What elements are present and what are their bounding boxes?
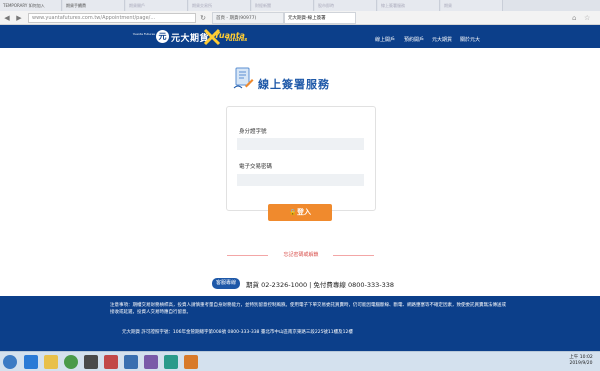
app-icon[interactable] — [84, 355, 98, 369]
app-icon[interactable] — [124, 355, 138, 369]
footer-license: 元大期貨 許可證照字號：106年金管期總字第008號 0800-333-338 … — [122, 330, 353, 335]
document-sign-icon — [233, 67, 254, 89]
start-button-icon[interactable] — [3, 355, 17, 369]
clock[interactable]: 上午 10:02 2019/9/20 — [565, 355, 597, 367]
home-icon[interactable]: ⌂ — [572, 13, 582, 23]
browser-tab[interactable]: 期貨手續費 — [63, 0, 125, 11]
service-phone: 期貨 02-2326-1000 | 免付費專線 0800-333-338 — [246, 281, 395, 289]
browser-tab[interactable]: 期貨 — [441, 0, 503, 11]
url-domain: www.yuantafutures.com.tw — [32, 14, 101, 21]
nav-yuanta-futures[interactable]: 元大期貨 — [432, 36, 452, 43]
id-number-input[interactable] — [237, 138, 364, 150]
site-footer: 注意事項：期權交易財務槓桿高，投資人請慎重考量自身財務能力，並特別留意控制風險。… — [0, 296, 600, 351]
footer-notice: 注意事項：期權交易財務槓桿高，投資人請慎重考量自身財務能力，並特別留意控制風險。… — [110, 303, 506, 315]
page-tab[interactable]: 首頁 - 期貨(90977) — [212, 11, 284, 24]
divider — [227, 255, 268, 256]
page-title: 線上簽署服務 — [258, 78, 330, 91]
back-icon[interactable]: ◀ — [2, 13, 12, 23]
nav-online-account[interactable]: 線上開戶 — [375, 36, 395, 43]
forgot-password-link[interactable]: 忘記密碼或解鎖 — [269, 251, 333, 258]
folder-icon[interactable] — [44, 355, 58, 369]
password-label: 電子交易密碼 — [239, 164, 273, 170]
login-button[interactable]: 🔒登入 — [268, 204, 332, 221]
lock-icon: 🔒 — [289, 210, 297, 216]
logo-icon: 元 — [156, 30, 169, 43]
login-label: 登入 — [297, 209, 311, 216]
id-label: 身分證字號 — [239, 129, 267, 135]
nav-about[interactable]: 關於元大 — [460, 36, 480, 43]
browser-tab[interactable]: TEMPORARY 如何加入 — [0, 0, 62, 11]
star-icon[interactable]: ☆ — [584, 13, 594, 23]
chrome-icon[interactable] — [64, 355, 78, 369]
forward-icon[interactable]: ▶ — [14, 13, 24, 23]
app-icon[interactable] — [144, 355, 158, 369]
page-tab-active[interactable]: 元大期貨-線上簽署 — [284, 11, 356, 24]
refresh-icon[interactable]: ↻ — [198, 13, 208, 23]
site-header: Yuanta Futures 元 元大期貨 Yuanta Futures 線上開… — [0, 25, 600, 48]
service-badge: 客服專線 — [212, 278, 240, 289]
url-input[interactable]: www.yuantafutures.com.tw/Appointment/pag… — [28, 12, 196, 23]
clock-date: 2019/9/20 — [569, 361, 593, 366]
app-icon[interactable] — [184, 355, 198, 369]
browser-tabstrip: TEMPORARY 如何加入 期貨手續費 期貨開戶 期貨交易所 財經新聞 股市即… — [0, 0, 600, 11]
browser-tab[interactable]: 期貨開戶 — [126, 0, 188, 11]
nav-appointment[interactable]: 預約開戶 — [404, 36, 424, 43]
browser-tab[interactable]: 期貨交易所 — [189, 0, 251, 11]
password-input[interactable] — [237, 174, 364, 186]
logo-brand-subtext: Futures — [226, 37, 248, 43]
logo-english: Yuanta Futures — [132, 32, 155, 36]
divider — [333, 255, 374, 256]
address-bar: ◀ ▶ www.yuantafutures.com.tw/Appointment… — [0, 11, 600, 25]
screen: TEMPORARY 如何加入 期貨手續費 期貨開戶 期貨交易所 財經新聞 股市即… — [0, 0, 600, 371]
app-icon[interactable] — [104, 355, 118, 369]
browser-tab[interactable]: 線上簽署服務 — [378, 0, 440, 11]
os-taskbar: 上午 10:02 2019/9/20 — [0, 351, 600, 371]
login-card: 身分證字號 電子交易密碼 — [226, 106, 376, 211]
browser-tab[interactable]: 財經新聞 — [252, 0, 314, 11]
ie-icon[interactable] — [24, 355, 38, 369]
url-path: /Appointment/page/... — [100, 14, 156, 21]
browser-tab[interactable]: 股市即時 — [315, 0, 377, 11]
app-icon[interactable] — [164, 355, 178, 369]
